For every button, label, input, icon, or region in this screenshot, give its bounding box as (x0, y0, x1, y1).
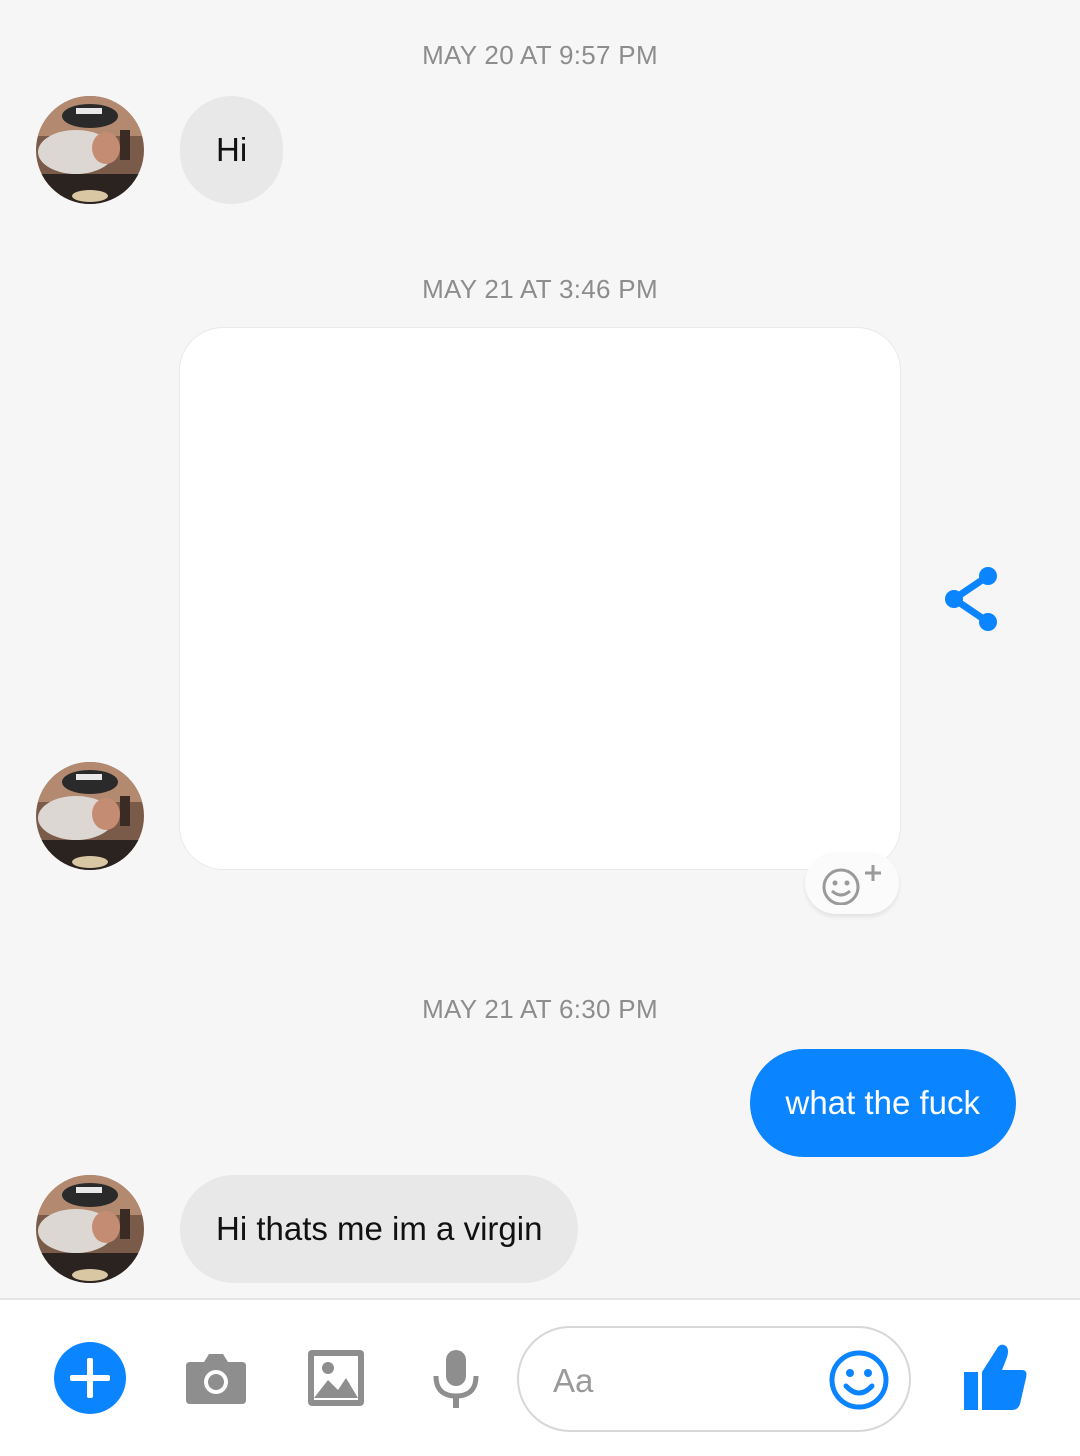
message-input[interactable]: Aa (517, 1326, 911, 1432)
message-text: what the fuck (785, 1084, 980, 1121)
timestamp: MAY 21 AT 6:30 PM (422, 994, 658, 1024)
conversation-view[interactable]: MAY 20 AT 9:57 PM Hi MAY 21 AT 3:46 PM M… (0, 0, 1080, 1298)
timestamp: MAY 21 AT 3:46 PM (422, 274, 658, 304)
image-icon[interactable] (306, 1348, 366, 1408)
message-text: Hi (216, 131, 248, 168)
emoji-icon[interactable] (827, 1348, 891, 1417)
incoming-message[interactable]: Hi thats me im a virgin (180, 1175, 579, 1283)
input-placeholder: Aa (553, 1362, 594, 1399)
outgoing-message[interactable]: what the fuck (749, 1049, 1016, 1157)
composer-bar: Aa (0, 1298, 1080, 1456)
plus-icon[interactable] (54, 1342, 126, 1414)
thumbs-up-icon[interactable] (960, 1340, 1030, 1412)
camera-icon[interactable] (184, 1346, 248, 1410)
share-icon[interactable] (940, 566, 1004, 632)
avatar[interactable] (36, 96, 144, 204)
avatar[interactable] (36, 762, 144, 870)
incoming-message[interactable]: Hi (180, 96, 284, 204)
microphone-icon[interactable] (430, 1348, 482, 1412)
timestamp: MAY 20 AT 9:57 PM (422, 40, 658, 70)
image-attachment[interactable] (179, 327, 901, 870)
add-reaction-icon[interactable] (805, 852, 899, 914)
message-text: Hi thats me im a virgin (216, 1210, 543, 1247)
avatar[interactable] (36, 1175, 144, 1283)
